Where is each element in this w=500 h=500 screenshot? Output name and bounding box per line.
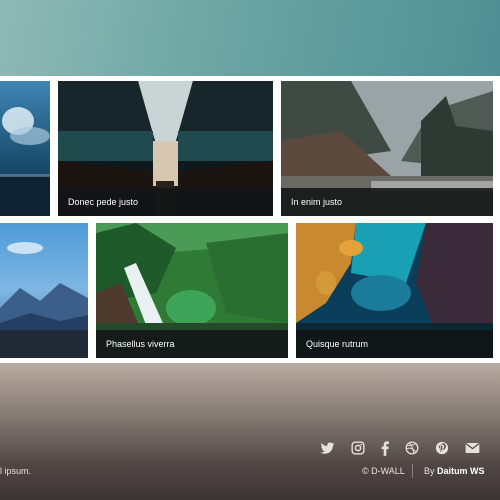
pinterest-icon[interactable] xyxy=(435,440,449,456)
mountain-sky-image xyxy=(0,223,88,358)
gallery-tile-mountain-sky[interactable] xyxy=(0,223,88,358)
gallery-tile-station[interactable]: Donec pede justo xyxy=(58,81,273,216)
footer-left-text: l ipsum. xyxy=(0,466,32,476)
tile-caption: In enim justo xyxy=(281,188,493,216)
credit-link[interactable]: Daitum WS xyxy=(437,466,485,476)
instagram-icon[interactable] xyxy=(351,440,365,456)
gallery-tile-forest-river[interactable]: In enim justo xyxy=(281,81,493,216)
photo-gallery: Donec pede justo In enim justo Phasellus… xyxy=(0,76,500,363)
tile-caption: Phasellus viverra xyxy=(96,330,288,358)
facebook-icon[interactable] xyxy=(381,440,389,456)
credit-text: By Daitum WS xyxy=(424,466,485,476)
tile-caption: Quisque rutrum xyxy=(296,330,493,358)
gallery-tile-ocean-clouds[interactable] xyxy=(0,81,50,216)
copyright-text: © D-WALL xyxy=(362,466,405,476)
email-icon[interactable] xyxy=(465,440,480,456)
ocean-clouds-image xyxy=(0,81,50,216)
footer-divider xyxy=(412,464,413,478)
credit-prefix: By xyxy=(424,466,435,476)
gallery-tile-waterfall[interactable]: Phasellus viverra xyxy=(96,223,288,358)
tile-caption: Donec pede justo xyxy=(58,188,273,216)
gallery-tile-aerial-coast[interactable]: Quisque rutrum xyxy=(296,223,493,358)
twitter-icon[interactable] xyxy=(320,440,335,456)
site-footer xyxy=(0,363,500,500)
dribbble-icon[interactable] xyxy=(405,440,419,456)
hero-banner xyxy=(0,0,500,76)
